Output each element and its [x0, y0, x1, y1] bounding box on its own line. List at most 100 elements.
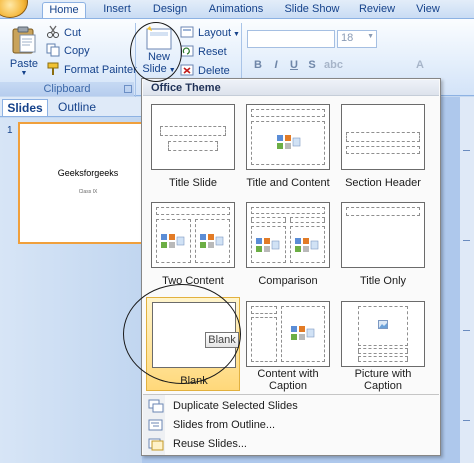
- clipboard-icon: [12, 26, 36, 54]
- layout-section-header[interactable]: Section Header: [336, 100, 430, 194]
- italic-button[interactable]: I: [268, 57, 284, 73]
- slide-subtitle: Class IX: [78, 189, 98, 195]
- chevron-down-icon: ▼: [367, 33, 374, 40]
- layout-label: Picture with: [354, 368, 412, 380]
- blank-tooltip: Blank: [205, 332, 239, 348]
- ruler-tick: [463, 330, 470, 331]
- layout-label: Comparison: [258, 275, 318, 287]
- layout-label: Layout: [198, 27, 232, 39]
- reuse-slides-item[interactable]: Reuse Slides...: [143, 435, 439, 453]
- chevron-down-icon: ▼: [20, 70, 28, 77]
- copy-icon: [46, 43, 60, 57]
- layout-thumbnail: [151, 202, 235, 268]
- tab-home[interactable]: Home: [42, 2, 86, 18]
- group-separator: [135, 23, 136, 97]
- new-slide-label-1: New: [147, 51, 170, 63]
- ruler-tick: [463, 420, 470, 421]
- duplicate-slides-icon: [148, 399, 164, 413]
- tab-insert[interactable]: Insert: [96, 2, 138, 18]
- font-name-box[interactable]: [247, 30, 335, 48]
- menu-label: Duplicate Selected Slides: [173, 400, 298, 412]
- chevron-down-icon: ▼: [166, 67, 176, 74]
- delete-slide-icon: [180, 64, 194, 76]
- layout-title-slide[interactable]: Title Slide: [146, 100, 240, 194]
- tab-review[interactable]: Review: [355, 2, 399, 18]
- font-size-box[interactable]: 18 ▼: [337, 30, 377, 48]
- ribbon-tab-bar: Home Insert Design Animations Slide Show…: [0, 0, 474, 18]
- vertical-ruler: [460, 97, 474, 463]
- bold-button[interactable]: B: [250, 57, 266, 73]
- new-slide-icon: [146, 26, 172, 50]
- menu-separator: [143, 394, 439, 395]
- menu-label: Slides from Outline...: [173, 419, 276, 431]
- menu-label: Reuse Slides...: [173, 438, 247, 450]
- tab-slides[interactable]: Slides: [2, 99, 48, 116]
- copy-label: Copy: [64, 45, 90, 57]
- font-color-button[interactable]: A: [412, 57, 428, 73]
- picture-placeholder-icon: [378, 320, 388, 329]
- delete-label: Delete: [198, 65, 230, 77]
- tab-view[interactable]: View: [410, 2, 446, 18]
- tab-animations[interactable]: Animations: [203, 2, 269, 18]
- underline-button[interactable]: U: [286, 57, 302, 73]
- delete-button[interactable]: Delete: [180, 63, 230, 79]
- content-placeholder-icon: [200, 234, 224, 248]
- slide-title: Geeksforgeeks: [57, 168, 119, 178]
- layout-two-content[interactable]: Two Content: [146, 198, 240, 292]
- layout-content-with-caption[interactable]: Content with Caption: [241, 297, 335, 392]
- office-button[interactable]: [0, 0, 28, 18]
- reset-label: Reset: [198, 46, 227, 58]
- new-slide-label-2: Slide ▼: [142, 63, 176, 75]
- reset-button[interactable]: Reset: [180, 44, 227, 60]
- slides-from-outline-item[interactable]: Slides from Outline...: [143, 416, 439, 434]
- layout-title-and-content[interactable]: Title and Content: [241, 100, 335, 194]
- layout-thumbnail: [341, 202, 425, 268]
- layout-label: Title and Content: [246, 177, 330, 189]
- tab-slide-show[interactable]: Slide Show: [280, 2, 344, 18]
- tab-outline[interactable]: Outline: [52, 99, 102, 116]
- content-placeholder-icon: [161, 234, 185, 248]
- layout-thumbnail: [246, 104, 330, 170]
- reuse-slides-icon: [148, 438, 164, 451]
- paste-button[interactable]: Paste ▼: [6, 23, 42, 81]
- paste-label: Paste: [9, 58, 39, 70]
- tab-design[interactable]: Design: [148, 2, 192, 18]
- format-painter-button[interactable]: Format Painter: [46, 62, 137, 78]
- layout-icon: [180, 26, 194, 38]
- layout-thumbnail: [151, 104, 235, 170]
- layout-label: Title Slide: [169, 177, 217, 189]
- layout-picture-with-caption[interactable]: Picture with Caption: [336, 297, 430, 392]
- layout-label: Blank: [180, 375, 208, 387]
- slides-outline-tabs: Slides Outline: [0, 97, 142, 117]
- layout-label: Content with: [257, 368, 319, 380]
- new-slide-dropdown: Office Theme Title Slide Title and Conte…: [141, 78, 441, 456]
- content-placeholder-icon: [277, 135, 301, 149]
- layout-thumbnail: [341, 104, 425, 170]
- layout-title-only[interactable]: Title Only: [336, 198, 430, 292]
- scissors-icon: [47, 25, 59, 38]
- clipboard-group-label: Clipboard: [0, 82, 134, 96]
- layout-thumbnail: [341, 301, 425, 367]
- layout-comparison[interactable]: Comparison: [241, 198, 335, 292]
- cut-button[interactable]: Cut: [46, 25, 81, 41]
- layout-label-line2: Caption: [269, 380, 307, 392]
- slide-thumbnail[interactable]: Geeksforgeeks Class IX: [18, 122, 158, 244]
- cut-label: Cut: [64, 27, 82, 39]
- layout-label: Two Content: [162, 275, 224, 287]
- layout-thumbnail: [246, 301, 330, 367]
- new-slide-button[interactable]: New Slide ▼: [139, 23, 179, 79]
- font-size-value: 18: [341, 32, 354, 44]
- format-painter-label: Format Painter: [64, 64, 137, 76]
- outline-icon: [148, 419, 163, 431]
- clipboard-dialog-launcher[interactable]: [124, 85, 132, 93]
- slide-number: 1: [7, 125, 13, 136]
- layout-button[interactable]: Layout ▼: [180, 25, 240, 41]
- layout-label: Title Only: [359, 275, 407, 287]
- strikethrough-button[interactable]: abc: [324, 57, 343, 73]
- shadow-button[interactable]: S: [304, 57, 320, 73]
- content-placeholder-icon: [291, 326, 315, 340]
- gallery-header: Office Theme: [143, 80, 439, 96]
- copy-button[interactable]: Copy: [46, 43, 90, 59]
- duplicate-selected-slides-item[interactable]: Duplicate Selected Slides: [143, 397, 439, 415]
- content-placeholder-icon: [256, 238, 280, 252]
